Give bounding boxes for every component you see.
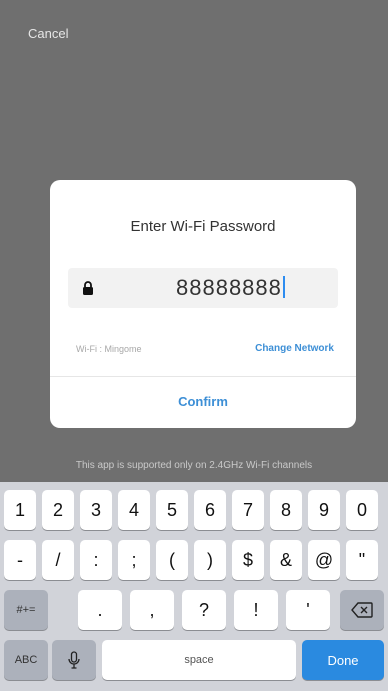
- wifi-password-dialog: Enter Wi-Fi Password 88888888 Wi-Fi : Mi…: [50, 180, 356, 428]
- key-comma[interactable]: ,: [130, 590, 174, 630]
- done-button[interactable]: Done: [302, 640, 384, 680]
- key-exclamation[interactable]: !: [234, 590, 278, 630]
- key-4[interactable]: 4: [118, 490, 150, 530]
- key-3[interactable]: 3: [80, 490, 112, 530]
- key-9[interactable]: 9: [308, 490, 340, 530]
- confirm-button[interactable]: Confirm: [50, 394, 356, 409]
- key-question[interactable]: ?: [182, 590, 226, 630]
- change-network-link[interactable]: Change Network: [255, 343, 334, 354]
- lock-icon: [82, 280, 94, 296]
- key-period[interactable]: .: [78, 590, 122, 630]
- key-colon[interactable]: :: [80, 540, 112, 580]
- key-switch-symbols[interactable]: #+=: [4, 590, 48, 630]
- key-abc[interactable]: ABC: [4, 640, 48, 680]
- key-open-paren[interactable]: (: [156, 540, 188, 580]
- key-0[interactable]: 0: [346, 490, 378, 530]
- divider: [50, 376, 356, 377]
- support-note: This app is supported only on 2.4GHz Wi-…: [75, 460, 313, 471]
- key-2[interactable]: 2: [42, 490, 74, 530]
- key-7[interactable]: 7: [232, 490, 264, 530]
- password-input[interactable]: 88888888: [68, 268, 338, 308]
- keyboard: 1 2 3 4 5 6 7 8 9 0 - / : ; ( ) $ & @ " …: [0, 482, 388, 691]
- key-ampersand[interactable]: &: [270, 540, 302, 580]
- key-apostrophe[interactable]: ': [286, 590, 330, 630]
- password-value: 88888888: [176, 275, 285, 301]
- key-space[interactable]: space: [102, 640, 296, 680]
- backspace-icon[interactable]: [340, 590, 384, 630]
- key-6[interactable]: 6: [194, 490, 226, 530]
- wifi-network-label: Wi-Fi : Mingome: [76, 344, 142, 354]
- key-dollar[interactable]: $: [232, 540, 264, 580]
- key-5[interactable]: 5: [156, 490, 188, 530]
- dialog-title: Enter Wi-Fi Password: [130, 218, 276, 235]
- key-close-paren[interactable]: ): [194, 540, 226, 580]
- key-quote[interactable]: ": [346, 540, 378, 580]
- key-at[interactable]: @: [308, 540, 340, 580]
- key-semicolon[interactable]: ;: [118, 540, 150, 580]
- key-hyphen[interactable]: -: [4, 540, 36, 580]
- key-1[interactable]: 1: [4, 490, 36, 530]
- text-caret: [282, 276, 285, 298]
- key-8[interactable]: 8: [270, 490, 302, 530]
- microphone-icon[interactable]: [52, 640, 96, 680]
- cancel-button[interactable]: Cancel: [28, 26, 68, 41]
- key-slash[interactable]: /: [42, 540, 74, 580]
